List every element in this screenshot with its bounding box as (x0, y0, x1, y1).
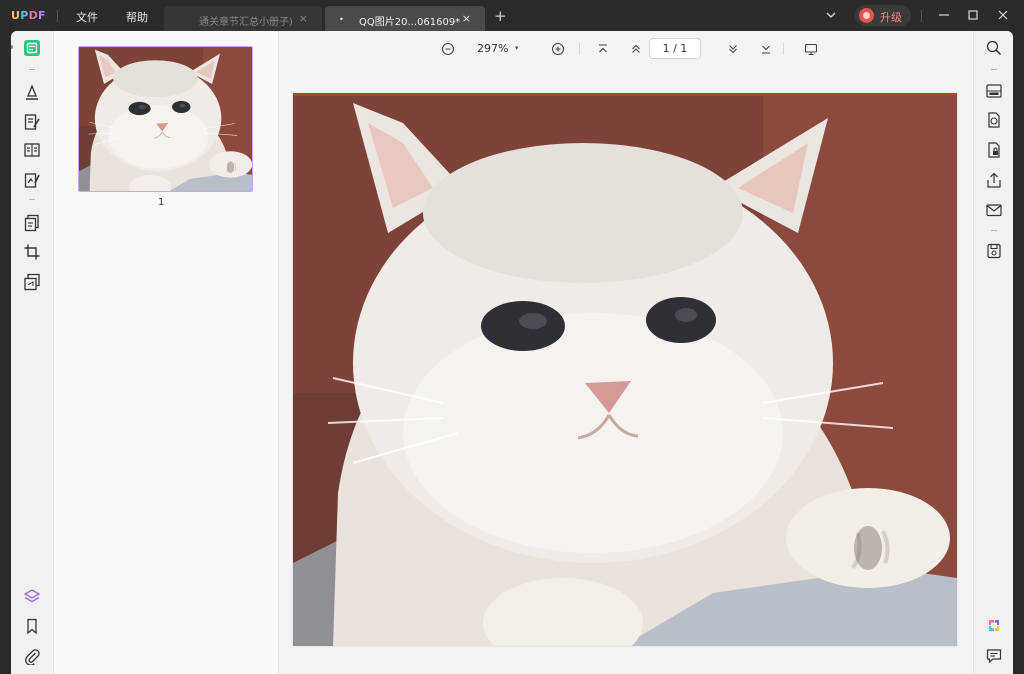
protect-icon[interactable] (985, 141, 1003, 159)
share-icon[interactable] (985, 171, 1003, 189)
app-logo: UPDF (11, 9, 46, 22)
ocr-icon[interactable] (985, 82, 1003, 100)
cat-image (293, 93, 957, 646)
total-pages: 1 (680, 42, 688, 55)
tab-title: QQ图片20...061609* (359, 17, 461, 28)
minimize-icon[interactable] (937, 8, 951, 22)
pdf-page[interactable] (293, 93, 957, 646)
save-icon[interactable] (985, 242, 1003, 260)
ai-assistant-icon[interactable] (985, 617, 1003, 635)
add-tab-button[interactable]: + (494, 7, 507, 25)
convert-file-icon[interactable] (985, 111, 1003, 129)
toolbar-divider (29, 69, 35, 70)
toolbar-divider (991, 230, 997, 231)
sign-icon[interactable] (23, 171, 41, 189)
layers-icon[interactable] (23, 587, 41, 605)
left-toolbar (11, 31, 54, 674)
thumbnail-panel: 1 (54, 31, 279, 674)
unsaved-dot: • (339, 15, 344, 24)
view-toolbar: 297% ▾ 1 / 1 (279, 31, 973, 67)
mail-icon[interactable] (985, 201, 1003, 219)
menu-help[interactable]: 帮助 (126, 9, 148, 25)
maximize-icon[interactable] (966, 8, 980, 22)
last-page-icon[interactable] (759, 42, 773, 56)
right-toolbar (973, 31, 1013, 674)
toolbar-divider (783, 43, 784, 55)
search-icon[interactable] (985, 39, 1003, 57)
highlighter-icon[interactable] (23, 83, 41, 101)
chevron-down-icon[interactable] (825, 8, 837, 22)
tab-document-1[interactable]: 通关章节汇总小册子) × (164, 6, 322, 32)
toolbar-divider (579, 43, 580, 55)
next-page-icon[interactable] (726, 42, 740, 56)
close-icon[interactable] (996, 8, 1010, 22)
thumbnail-image (79, 47, 252, 191)
convert-icon[interactable] (23, 273, 41, 291)
organize-pages-icon[interactable] (23, 214, 41, 232)
upgrade-button[interactable]: 升级 (855, 5, 911, 26)
comment-icon[interactable] (985, 647, 1003, 665)
bookmark-icon[interactable] (23, 617, 41, 635)
zoom-dropdown[interactable]: ▾ (515, 44, 519, 52)
zoom-out-icon[interactable] (441, 42, 455, 56)
upgrade-label: 升级 (880, 11, 902, 24)
title-separator (57, 10, 58, 22)
tab-document-2[interactable]: • QQ图片20...061609* × (325, 6, 485, 32)
form-icon[interactable] (23, 141, 41, 159)
app-window: UPDF 文件 帮助 通关章节汇总小册子) × • QQ图片20...06160… (0, 0, 1024, 674)
toolbar-divider (991, 69, 997, 70)
reader-mode-icon[interactable] (23, 39, 41, 57)
menu-file[interactable]: 文件 (76, 9, 98, 25)
edit-pdf-icon[interactable] (23, 113, 41, 131)
tab-title: 通关章节汇总小册子) (199, 17, 293, 28)
current-page: 1 (662, 42, 670, 55)
page-thumbnail[interactable] (78, 46, 253, 192)
page-number-input[interactable]: 1 / 1 (649, 38, 701, 59)
main-area: 1 297% ▾ 1 / 1 (11, 31, 1013, 674)
avatar-icon (859, 8, 874, 23)
first-page-icon[interactable] (596, 42, 610, 56)
tab-close-button[interactable]: × (299, 12, 308, 25)
zoom-level[interactable]: 297% (477, 42, 508, 55)
page-separator: / (673, 42, 677, 55)
title-separator (921, 10, 922, 22)
toolbar-divider (29, 199, 35, 200)
attachment-icon[interactable] (23, 647, 41, 665)
thumbnail-page-number: 1 (158, 197, 165, 208)
crop-icon[interactable] (23, 243, 41, 261)
title-bar: UPDF 文件 帮助 通关章节汇总小册子) × • QQ图片20...06160… (0, 0, 1024, 32)
presentation-icon[interactable] (804, 42, 818, 56)
zoom-in-icon[interactable] (551, 42, 565, 56)
document-viewer: 297% ▾ 1 / 1 (279, 31, 973, 674)
previous-page-icon[interactable] (629, 42, 643, 56)
tab-close-button[interactable]: × (462, 12, 471, 25)
